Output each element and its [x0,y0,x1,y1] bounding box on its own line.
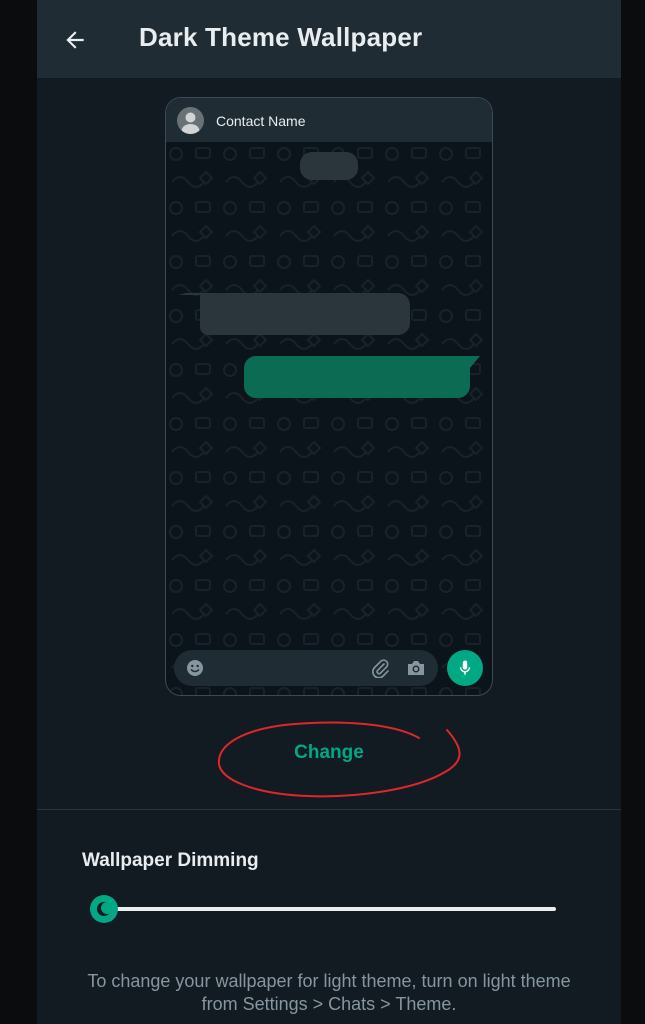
app-bar: Dark Theme Wallpaper [37,0,621,78]
outgoing-message-bubble [244,356,480,398]
date-chip [300,152,358,180]
page-title: Dark Theme Wallpaper [139,22,423,52]
attach-icon[interactable] [370,658,390,678]
slider-thumb[interactable] [90,895,118,923]
wallpaper-dimming-slider[interactable] [90,893,556,925]
contact-name: Contact Name [216,113,306,129]
chat-wallpaper [166,142,492,695]
doodle-wallpaper [166,142,492,695]
incoming-message-bubble [178,293,410,335]
wallpaper-dimming-label: Wallpaper Dimming [82,850,259,871]
wallpaper-preview: Contact Name [165,97,493,696]
moon-icon [97,902,113,916]
back-button[interactable] [55,20,95,60]
arrow-back-icon [66,31,84,49]
mic-button[interactable] [447,650,483,686]
mic-icon [459,660,471,675]
emoji-icon[interactable] [186,659,204,677]
change-wallpaper-button[interactable]: Change [257,737,401,769]
message-composer [174,650,438,686]
person-icon [177,107,204,134]
light-theme-note: To change your wallpaper for light theme… [87,971,571,1014]
wallpaper-screen: Dark Theme Wallpaper Contact Name Change… [37,0,621,1024]
preview-chat-header: Contact Name [166,98,492,142]
section-divider [37,809,621,810]
slider-track [104,907,556,911]
camera-icon[interactable] [406,659,426,677]
